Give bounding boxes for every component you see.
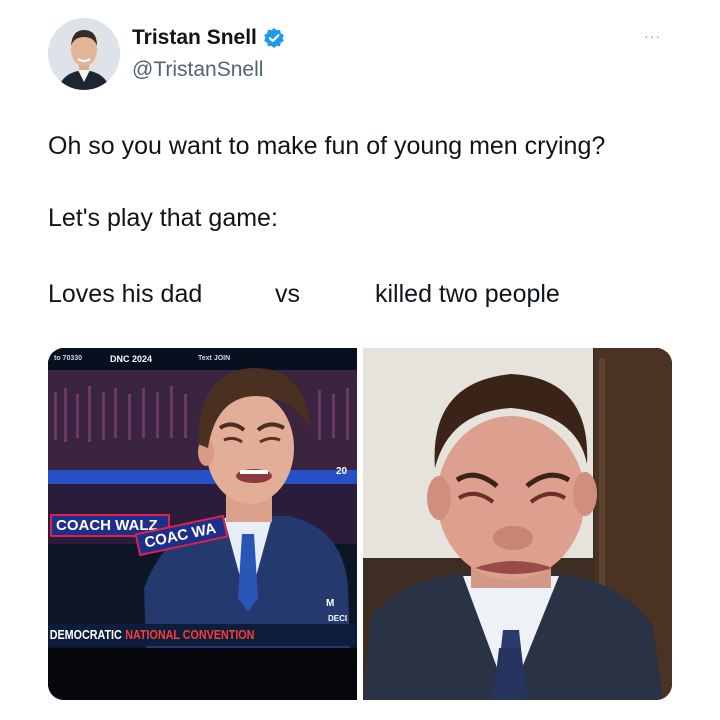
banner-word-democratic: DEMOCRATIC	[49, 628, 122, 642]
avatar[interactable]	[48, 18, 120, 90]
tweet-media[interactable]: to 70330 DNC 2024 Text JOIN 20 COACH WAL…	[48, 348, 672, 700]
convention-banner: DEMOCRATIC NATIONAL CONVENTION	[48, 624, 357, 646]
decision-tag: DECI	[328, 614, 348, 623]
right-photo[interactable]	[363, 348, 672, 700]
vs-label: vs	[275, 280, 300, 308]
author-name-row[interactable]: Tristan Snell	[132, 26, 285, 50]
left-photo[interactable]: to 70330 DNC 2024 Text JOIN 20 COACH WAL…	[48, 348, 357, 700]
crying-man-courtroom-image	[363, 348, 672, 700]
ticker-left-text: to 70330	[54, 355, 83, 362]
banner-word-convention: NATIONAL CONVENTION	[125, 628, 255, 642]
left-caption: Loves his dad	[48, 280, 203, 308]
side-tag: 20	[336, 466, 348, 477]
verified-badge-icon	[263, 27, 285, 49]
ticker-dnc-text: DNC 2024	[110, 354, 153, 364]
ticker-right-text: Text JOIN	[198, 355, 231, 362]
avatar-image	[48, 18, 120, 90]
network-logo: M	[326, 598, 335, 609]
tv-bottom-bar	[48, 648, 357, 700]
tv-ticker: to 70330 DNC 2024 Text JOIN	[48, 354, 357, 367]
right-caption: killed two people	[375, 280, 560, 308]
tweet-text-line-1: Oh so you want to make fun of young men …	[48, 132, 606, 160]
author-handle[interactable]: @TristanSnell	[132, 58, 263, 82]
tweet-text-line-2: Let's play that game:	[48, 204, 278, 232]
more-options-icon[interactable]: ···	[644, 28, 661, 44]
author-display-name[interactable]: Tristan Snell	[132, 26, 257, 50]
